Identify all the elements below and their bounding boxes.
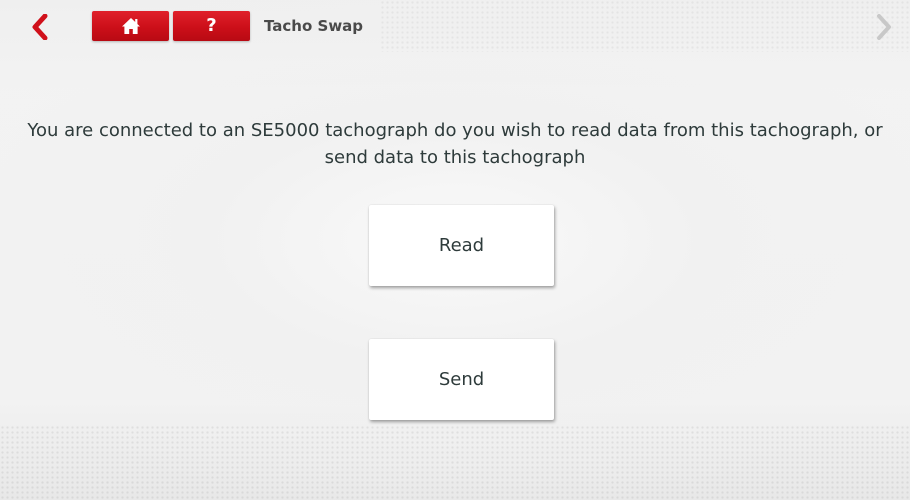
- header-dot-pattern: [380, 0, 910, 52]
- read-button-label: Read: [438, 235, 485, 256]
- home-icon: [121, 18, 140, 34]
- chevron-right-icon: [877, 14, 891, 40]
- help-button[interactable]: ?: [173, 11, 250, 41]
- forward-button[interactable]: [874, 14, 894, 40]
- page-title: Tacho Swap: [264, 17, 364, 35]
- help-icon: ?: [206, 15, 217, 36]
- footer-dot-pattern: [0, 425, 910, 500]
- chevron-left-icon: [32, 13, 48, 41]
- connection-message: You are connected to an SE5000 tachograp…: [27, 120, 883, 168]
- back-button[interactable]: [30, 13, 50, 41]
- send-button[interactable]: Send: [369, 339, 554, 420]
- home-button[interactable]: [92, 11, 169, 41]
- read-button[interactable]: Read: [369, 205, 554, 286]
- send-button-label: Send: [438, 369, 485, 390]
